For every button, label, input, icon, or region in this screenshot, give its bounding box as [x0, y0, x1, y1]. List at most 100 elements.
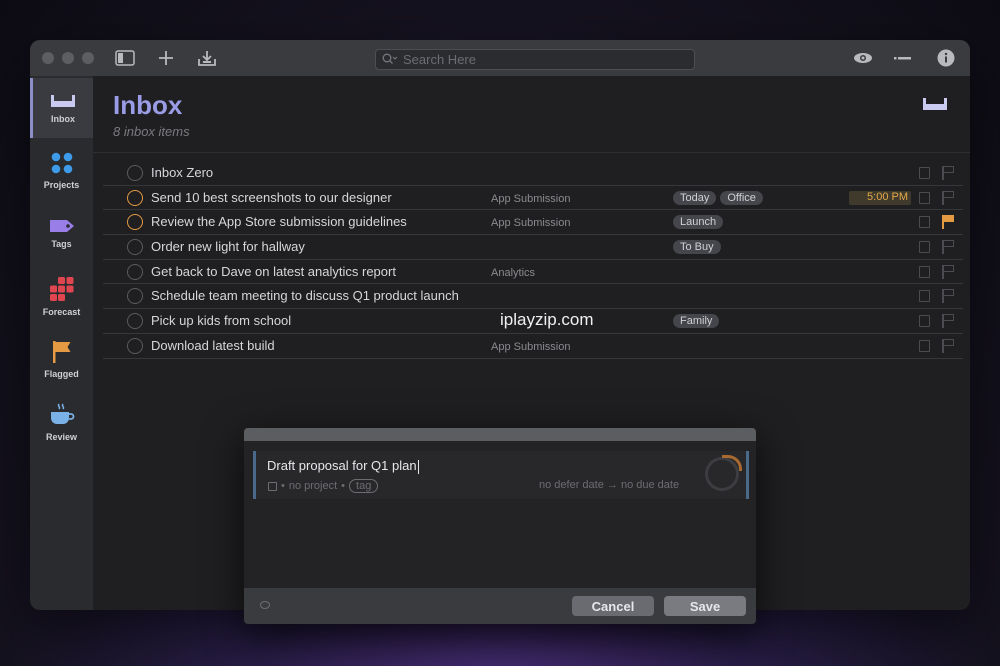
titlebar: Search Here — [30, 40, 970, 76]
note-icon[interactable] — [919, 191, 930, 204]
due-date-field[interactable]: no due date — [621, 479, 679, 491]
project-field[interactable]: no project — [289, 480, 337, 492]
quick-entry-title-input[interactable]: Draft proposal for Q1 plan — [267, 458, 419, 474]
sidebar-item-label: Projects — [43, 179, 80, 190]
flag-icon[interactable] — [942, 240, 954, 255]
sidebar-item-forecast[interactable]: Forecast — [30, 266, 93, 326]
sidebar-item-label: Inbox — [51, 113, 75, 124]
note-icon[interactable] — [268, 481, 277, 491]
task-row[interactable]: Review the App Store submission guidelin… — [103, 210, 963, 236]
task-project: App Submission — [491, 217, 571, 230]
flag-icon[interactable] — [942, 338, 954, 353]
tag-icon — [49, 219, 74, 232]
add-icon[interactable] — [155, 48, 177, 68]
quick-entry-meta: • no project • tag — [268, 479, 379, 493]
save-button[interactable]: Save — [664, 596, 746, 616]
zoom-window-button[interactable] — [82, 52, 94, 64]
close-window-button[interactable] — [42, 52, 54, 64]
search-icon — [382, 53, 398, 67]
task-tags: To Buy — [673, 240, 721, 255]
tag-badge[interactable]: Office — [720, 190, 763, 205]
task-checkbox[interactable] — [127, 189, 143, 206]
flag-icon[interactable] — [942, 289, 954, 304]
task-project: Analytics — [491, 266, 536, 279]
defer-date-field[interactable]: no defer date — [539, 479, 604, 491]
quick-entry-dialog: Draft proposal for Q1 plan • no project … — [244, 428, 756, 624]
inbox-icon — [922, 96, 948, 117]
note-icon[interactable] — [919, 167, 930, 179]
note-icon[interactable] — [919, 315, 930, 328]
task-title: Review the App Store submission guidelin… — [151, 214, 407, 230]
sidebar-item-projects[interactable]: Projects — [30, 140, 93, 200]
note-icon[interactable] — [919, 216, 930, 229]
dialog-header — [244, 428, 756, 441]
flag-icon[interactable] — [942, 215, 954, 230]
download-icon[interactable] — [196, 48, 218, 68]
sidebar-item-inbox[interactable]: Inbox — [30, 78, 93, 138]
minimize-window-button[interactable] — [62, 52, 74, 64]
task-title: Inbox Zero — [151, 165, 214, 180]
flag-icon[interactable] — [942, 190, 954, 205]
divider — [93, 152, 970, 153]
date-fields: no defer date → no due date — [539, 479, 679, 491]
tag-field[interactable]: tag — [349, 479, 379, 493]
task-checkbox[interactable] — [127, 214, 143, 231]
task-title: Pick up kids from school — [151, 313, 292, 329]
watermark-text: iplayzip.com — [500, 310, 594, 329]
info-icon[interactable] — [935, 48, 957, 68]
task-checkbox[interactable] — [127, 165, 143, 181]
task-tags: Family — [673, 314, 720, 329]
flag-icon[interactable] — [942, 264, 954, 279]
task-row[interactable]: Download latest build App Submission — [103, 334, 963, 359]
task-checkbox[interactable] — [127, 288, 143, 305]
page-subtitle: 8 inbox items — [113, 124, 190, 139]
tag-badge[interactable]: To Buy — [673, 240, 721, 255]
note-icon[interactable] — [919, 290, 930, 303]
page-title: Inbox — [113, 90, 183, 120]
note-icon[interactable] — [919, 339, 930, 352]
search-field[interactable]: Search Here — [375, 49, 695, 70]
search-placeholder: Search Here — [403, 52, 476, 67]
inbox-icon — [51, 94, 75, 107]
task-checkbox[interactable] — [127, 263, 143, 280]
eye-icon[interactable] — [852, 48, 874, 68]
note-icon[interactable] — [919, 241, 930, 254]
tag-badge[interactable]: Launch — [673, 215, 724, 230]
sidebar-item-flagged[interactable]: Flagged — [30, 329, 93, 389]
sidebar-item-tags[interactable]: Tags — [30, 203, 93, 263]
review-icon — [50, 402, 74, 424]
projects-icon — [51, 152, 72, 173]
task-row[interactable]: Get back to Dave on latest analytics rep… — [103, 260, 963, 285]
flag-icon — [52, 340, 70, 363]
task-row[interactable]: Send 10 best screenshots to our designer… — [103, 186, 963, 211]
sidebar-item-label: Forecast — [42, 306, 81, 317]
task-title: Send 10 best screenshots to our designer — [151, 189, 392, 205]
task-project: App Submission — [491, 340, 571, 353]
task-tags: Today Office — [673, 190, 763, 205]
dialog-footer: Cancel Save — [244, 588, 756, 624]
task-checkbox[interactable] — [127, 239, 143, 256]
task-row[interactable]: Inbox Zero — [103, 161, 963, 186]
task-project: App Submission — [491, 192, 571, 205]
due-time[interactable]: 5:00 PM — [849, 190, 911, 205]
flag-corner-icon[interactable] — [722, 455, 742, 471]
flag-icon[interactable] — [942, 314, 954, 329]
task-checkbox[interactable] — [127, 313, 143, 330]
sidebar-item-review[interactable]: Review — [30, 392, 93, 452]
note-icon[interactable] — [919, 265, 930, 278]
task-title: Order new light for hallway — [151, 239, 305, 255]
flag-icon[interactable] — [942, 166, 954, 180]
eye-icon[interactable] — [260, 601, 270, 609]
task-row[interactable]: Schedule team meeting to discuss Q1 prod… — [103, 284, 963, 310]
sidebar: Inbox Projects Tags Forecast Flagged Rev… — [30, 76, 93, 610]
task-checkbox[interactable] — [127, 337, 143, 354]
focus-icon[interactable] — [892, 48, 914, 68]
task-title: Get back to Dave on latest analytics rep… — [151, 263, 396, 279]
tag-badge[interactable]: Family — [673, 314, 720, 329]
sidebar-toggle-icon[interactable] — [114, 48, 136, 68]
sidebar-item-label: Tags — [51, 238, 72, 249]
tag-badge[interactable]: Today — [673, 190, 717, 205]
cancel-button[interactable]: Cancel — [572, 596, 654, 616]
task-row[interactable]: Order new light for hallway To Buy — [103, 235, 963, 260]
quick-entry-row[interactable]: Draft proposal for Q1 plan • no project … — [253, 451, 749, 499]
